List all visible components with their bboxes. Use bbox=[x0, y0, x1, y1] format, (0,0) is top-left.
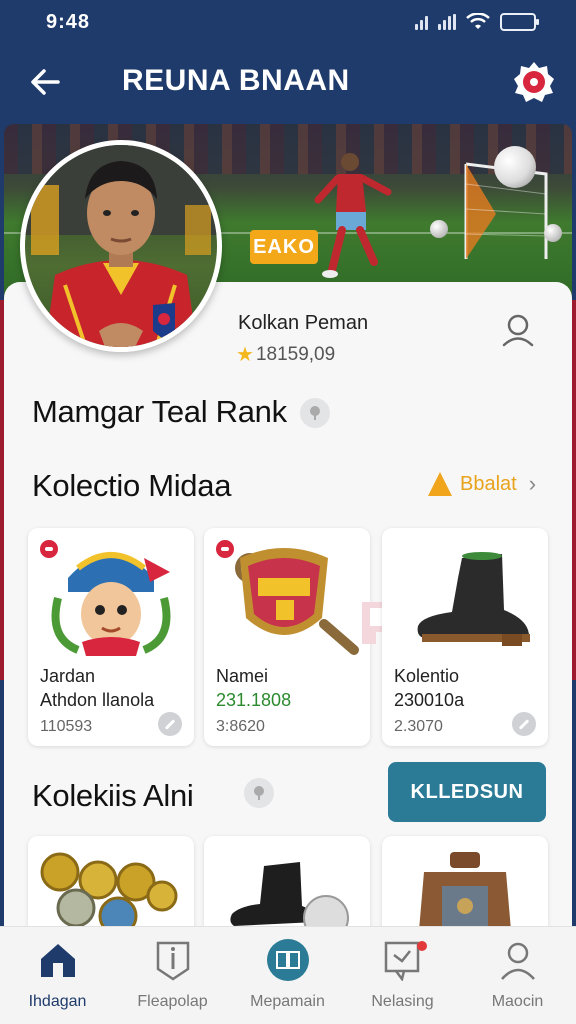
nav-label: Maocin bbox=[491, 993, 544, 1010]
nav-label: Ihdagan bbox=[28, 993, 87, 1010]
crest-shield-image bbox=[235, 548, 359, 655]
kicking-player-image bbox=[314, 153, 392, 278]
collection-item-card[interactable]: Namei 231.1808 3:8620 bbox=[204, 528, 370, 746]
ball-small-image bbox=[430, 220, 448, 238]
home-icon bbox=[41, 944, 75, 977]
rank-title: Mamgar Teal Rank bbox=[32, 394, 287, 429]
search-icon[interactable] bbox=[500, 312, 536, 348]
lock-icon bbox=[512, 712, 536, 736]
chevron-right-icon: › bbox=[528, 471, 537, 496]
new-badge-icon bbox=[214, 538, 236, 560]
collection2-title: Kolekiis Alni bbox=[32, 778, 194, 813]
new-badge-icon bbox=[38, 538, 60, 560]
player-portrait-image bbox=[25, 145, 217, 347]
item-value: 110593 bbox=[40, 718, 93, 735]
see-all-label: Bbalat bbox=[460, 472, 517, 495]
flame-icon bbox=[428, 472, 452, 496]
status-icons bbox=[415, 13, 539, 31]
item-subtitle: 231.1808 bbox=[216, 690, 292, 710]
info-badge-icon[interactable] bbox=[244, 778, 274, 808]
item-subtitle: Athdon llanola bbox=[40, 690, 155, 710]
collection-item-card[interactable]: Kolentio 230010a 2.3070 bbox=[382, 528, 548, 746]
ball-small-image bbox=[544, 224, 562, 242]
cell-signal-2-icon bbox=[438, 14, 456, 30]
status-time: 9:48 bbox=[46, 10, 91, 33]
boot-image bbox=[417, 552, 530, 646]
nav-item-3[interactable]: Mepamain bbox=[230, 927, 345, 1024]
star-icon: ★ bbox=[236, 344, 254, 366]
item-value: 3:8620 bbox=[216, 718, 265, 735]
profile-score-value: 18159,09 bbox=[255, 343, 336, 365]
nav-item-2[interactable]: Fleapolap bbox=[115, 927, 230, 1024]
profile-name: Kolkan Peman bbox=[238, 312, 369, 334]
cell-signal-icon bbox=[415, 14, 428, 30]
status-bar: 9:48 bbox=[0, 0, 576, 44]
nav-item-5[interactable]: Maocin bbox=[460, 927, 575, 1024]
notification-dot bbox=[417, 941, 427, 951]
wifi-icon bbox=[466, 13, 490, 29]
collection2-button[interactable]: KLLEDSUN bbox=[388, 762, 546, 822]
collection-title: Kolectio Midaa bbox=[32, 468, 232, 503]
mascot-badge-image bbox=[51, 552, 171, 656]
nav-label: Mepamain bbox=[250, 993, 325, 1010]
app-bar: REUNA BNAAN bbox=[0, 44, 576, 124]
page-title: REUNA BNAAN bbox=[122, 64, 350, 97]
nav-label: Fleapolap bbox=[137, 993, 208, 1010]
battery-icon bbox=[500, 13, 539, 31]
nav-item-4[interactable]: Nelasing bbox=[345, 927, 460, 1024]
item-name: Kolentio bbox=[394, 666, 460, 686]
hero-tag[interactable]: EAKO bbox=[250, 230, 318, 264]
gear-badge-icon[interactable] bbox=[512, 60, 556, 104]
bottom-nav: Ihdagan Fleapolap Mepamain Nelasing Maoc… bbox=[0, 926, 576, 1024]
collection-item-card[interactable]: Jardan Athdon llanola 110593 bbox=[28, 528, 194, 746]
back-arrow-icon[interactable] bbox=[26, 62, 66, 102]
see-all-link[interactable]: Bbalat › bbox=[426, 470, 536, 498]
item-name: Namei bbox=[216, 666, 269, 686]
book-icon bbox=[267, 939, 309, 981]
nav-item-home[interactable]: Ihdagan bbox=[0, 927, 115, 1024]
profile-score: ★ 18159,09 bbox=[236, 342, 335, 367]
ball-image bbox=[494, 146, 536, 188]
item-subtitle: 230010a bbox=[394, 690, 465, 710]
user-icon bbox=[501, 942, 535, 980]
avatar[interactable] bbox=[20, 140, 222, 352]
info-badge-icon[interactable] bbox=[300, 398, 330, 428]
item-value: 2.3070 bbox=[394, 718, 443, 735]
lock-icon bbox=[158, 712, 182, 736]
item-name: Jardan bbox=[40, 666, 96, 686]
shield-info-icon bbox=[156, 941, 190, 981]
nav-label: Nelasing bbox=[371, 993, 434, 1010]
